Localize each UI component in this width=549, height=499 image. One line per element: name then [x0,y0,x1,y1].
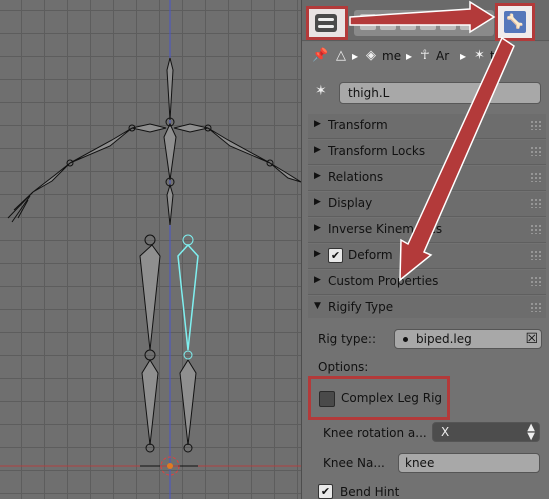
bone-hips [166,183,174,226]
armature-bones [32,57,301,446]
bone-spine [163,122,177,181]
breadcrumb: 📌 △ ▸ ◈ me ▸ ☥ Ar ▸ ✶ thi [302,42,549,70]
bend-hint-label: Bend Hint [340,485,400,499]
deform-checkbox[interactable]: ✔ [328,248,343,263]
constraint-icon[interactable] [460,14,476,30]
drag-handle-icon[interactable] [530,250,542,260]
knee-name-field[interactable]: knee [398,453,540,473]
context-tabs [354,10,494,36]
bone-head [166,57,174,121]
object-origin-icon [167,463,173,469]
rig-icon [403,337,408,342]
disclosure-triangle-icon: ▶ [314,145,321,155]
drag-handle-icon[interactable] [530,276,542,286]
layers-icon[interactable] [380,14,396,30]
drag-handle-icon[interactable] [530,224,542,234]
drag-handle-icon[interactable] [530,120,542,130]
section-custom-properties[interactable]: ▶ Custom Properties [308,270,546,295]
knee-rotation-dropdown[interactable]: X ▲ ▼ [432,422,540,442]
disclosure-triangle-icon: ▶ [314,197,321,207]
pin-icon[interactable]: 📌 [312,48,328,63]
mesh-icon: ◈ [366,48,376,63]
armature-icon: ☥ [420,48,430,63]
bone-shin-r [141,359,159,446]
bone-icon: 🦴 [504,11,526,33]
mesh-icon: △ [336,48,346,63]
bone-hand-fingers [7,191,34,223]
bone-forearm-l [269,162,301,183]
rig-type-label: Rig type:: [318,332,376,346]
bend-hint-checkbox[interactable]: ✔ [318,484,333,499]
disclosure-triangle-expanded-icon: ▼ [314,301,321,311]
world-icon[interactable] [420,14,436,30]
breadcrumb-item-mesh[interactable]: me [382,49,401,63]
drag-handle-icon[interactable] [530,198,542,208]
bone-icon: ✶ [315,83,327,99]
section-display[interactable]: ▶ Display [308,192,546,217]
section-inverse-kinematics[interactable]: ▶ Inverse Kinematics [308,218,546,243]
armature-viewport-drawing [0,0,301,499]
bone-thigh-r [139,244,161,351]
object-icon[interactable] [440,14,456,30]
bone-upperarm-l [207,127,271,164]
bone-shoulder-r [131,123,167,133]
drag-handle-icon[interactable] [530,172,542,182]
rigify-type-body: Rig type:: biped.leg ☒ Options: Complex … [308,318,546,499]
bone-properties-tab[interactable]: 🦴 [495,3,535,41]
options-label: Options: [318,360,369,374]
drag-handle-icon[interactable] [530,302,542,312]
bone-icon: ✶ [474,48,485,63]
breadcrumb-item-bone[interactable]: thi [490,49,506,63]
render-icon[interactable] [360,14,376,30]
editor-type-button[interactable] [306,6,348,40]
properties-editor-icon [315,14,337,32]
disclosure-triangle-icon: ▶ [314,275,321,285]
disclosure-triangle-icon: ▶ [314,119,321,129]
disclosure-triangle-icon: ▶ [314,249,321,259]
disclosure-triangle-icon: ▶ [314,171,321,181]
complex-leg-rig-checkbox[interactable] [319,391,335,407]
bone-shin-l [179,359,197,446]
properties-editor: 🦴 📌 △ ▸ ◈ me ▸ ☥ Ar ▸ ✶ thi ✶ thigh.L ▶ … [301,0,549,499]
complex-leg-rig-option[interactable]: Complex Leg Rig [308,376,450,420]
drag-handle-icon[interactable] [530,146,542,156]
properties-header: 🦴 [302,0,549,41]
bone-forearm-r [32,162,71,193]
bone-shoulder-l [173,123,209,133]
complex-leg-rig-label: Complex Leg Rig [341,391,443,405]
rig-type-field[interactable]: biped.leg ☒ [394,329,542,349]
bone-name-field[interactable]: thigh.L [339,82,541,104]
clear-icon[interactable]: ☒ [525,331,538,347]
section-transform-locks[interactable]: ▶ Transform Locks [308,140,546,165]
knee-name-label: Knee Na... [323,456,385,470]
up-down-arrows-icon: ▲ ▼ [527,422,535,442]
bone-thigh-l-selected [177,243,199,351]
disclosure-triangle-icon: ▶ [314,223,321,233]
breadcrumb-item-armature[interactable]: Ar [436,49,449,63]
knee-rotation-label: Knee rotation a... [323,426,427,440]
bone-upperarm-r [69,127,133,164]
3d-viewport[interactable] [0,0,301,499]
section-transform[interactable]: ▶ Transform [308,114,546,139]
section-deform[interactable]: ▶ ✔ Deform [308,244,546,269]
section-relations[interactable]: ▶ Relations [308,166,546,191]
scene-icon[interactable] [400,14,416,30]
